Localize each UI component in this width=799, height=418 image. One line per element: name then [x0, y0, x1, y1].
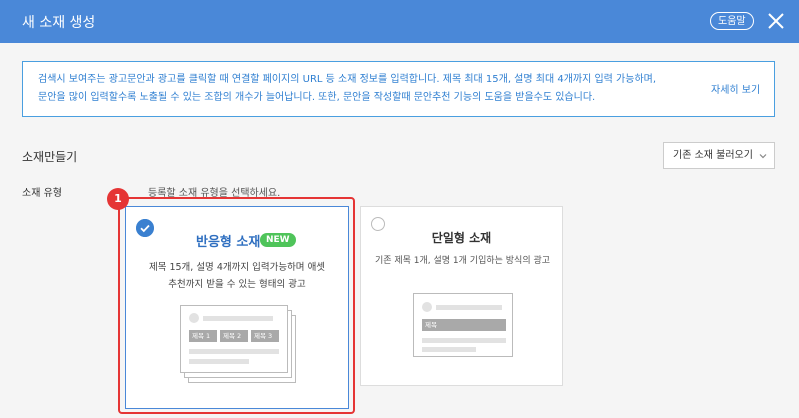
section-title: 소재만들기	[22, 150, 78, 164]
close-icon[interactable]	[766, 11, 786, 31]
load-existing-label: 기존 소재 불러오기	[673, 150, 753, 161]
single-title-tag: 제목	[422, 319, 506, 331]
type-label: 소재 유형	[22, 188, 62, 199]
info-text-line-2: 문안을 많이 입력할수록 노출될 수 있는 조합의 개수가 늘어납니다. 또한,…	[38, 92, 596, 103]
single-card-desc: 기존 제목 1개, 설명 1개 기입하는 방식의 광고	[374, 256, 551, 266]
help-button[interactable]: 도움말	[710, 12, 754, 30]
info-text-line-1: 검색시 보여주는 광고문안과 광고를 클릭할 때 연결할 페이지의 URL 등 …	[38, 74, 657, 85]
modal-header: 새 소재 생성 도움말	[0, 0, 799, 43]
learn-more-link[interactable]: 자세히 보기	[711, 81, 760, 96]
step-callout-box	[118, 197, 355, 414]
chevron-down-icon	[759, 154, 767, 159]
single-illustration: 제목	[413, 293, 513, 357]
modal-title: 새 소재 생성	[22, 15, 96, 31]
single-card-title: 단일형 소재	[431, 231, 492, 245]
single-type-card[interactable]: 단일형 소재 기존 제목 1개, 설명 1개 기입하는 방식의 광고 제목	[360, 206, 563, 386]
load-existing-button[interactable]: 기존 소재 불러오기	[663, 142, 775, 169]
info-text: 검색시 보여주는 광고문안과 광고를 클릭할 때 연결할 페이지의 URL 등 …	[38, 71, 688, 107]
info-box: 검색시 보여주는 광고문안과 광고를 클릭할 때 연결할 페이지의 URL 등 …	[22, 61, 775, 117]
step-number-badge: 1	[107, 188, 129, 210]
